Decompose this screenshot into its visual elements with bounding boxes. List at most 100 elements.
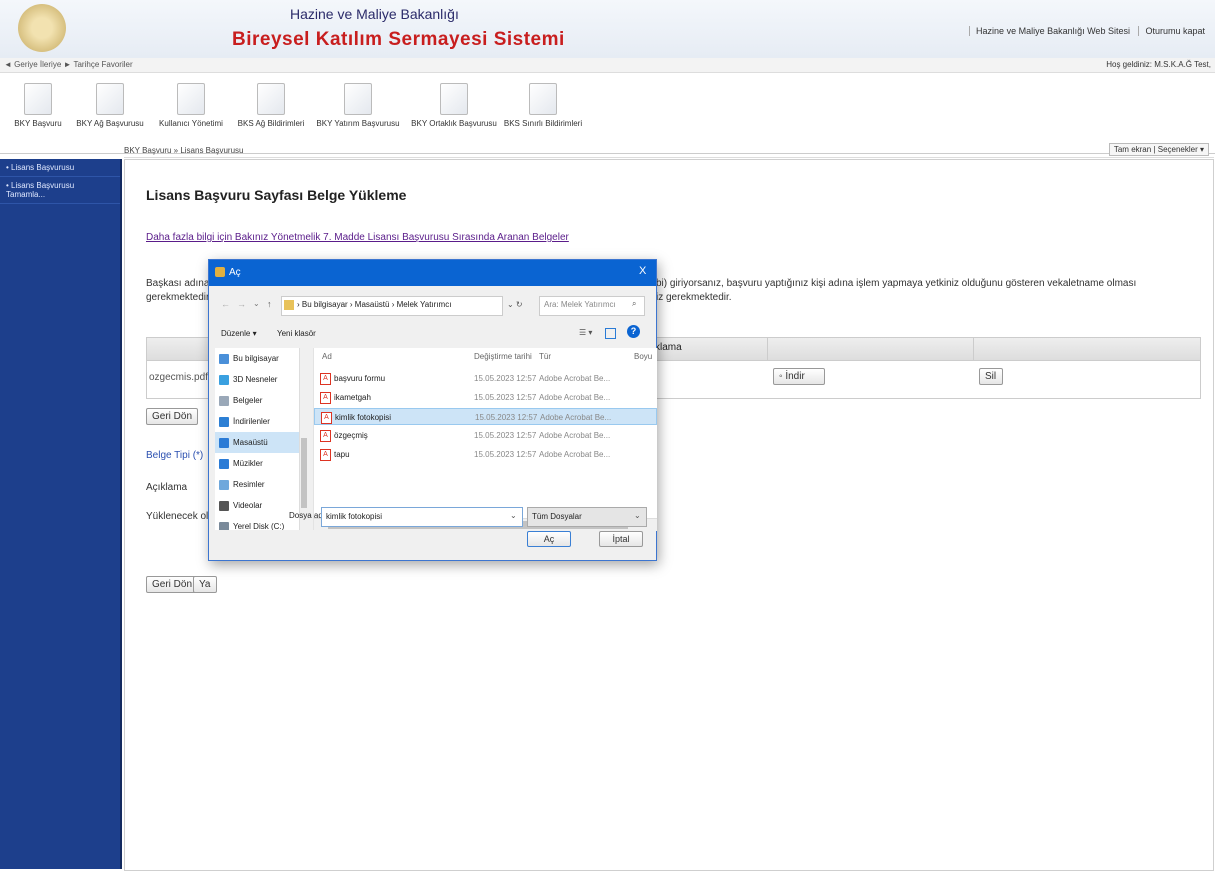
system-title: Bireysel Katılım Sermayesi Sistemi — [232, 29, 565, 50]
document-icon — [177, 83, 205, 115]
address-bar[interactable]: › Bu bilgisayar › Masaüstü › Melek Yatır… — [281, 296, 503, 316]
toolbar-item-kullanici-yonetimi[interactable]: Kullanıcı Yönetimi — [154, 83, 228, 128]
file-row[interactable]: Atapu 15.05.2023 12:57 Adobe Acrobat Be... — [314, 446, 657, 463]
delete-button[interactable]: Sil — [979, 368, 1003, 385]
folder-icon — [284, 300, 294, 310]
help-icon[interactable]: ? — [627, 325, 640, 338]
forward-arrow-icon[interactable]: → — [237, 299, 246, 309]
filetype-select[interactable]: Tüm Dosyalar ⌄ — [527, 507, 647, 527]
scrollbar-thumb[interactable] — [301, 438, 307, 508]
desktop-icon — [219, 437, 229, 448]
back-button[interactable]: Geri Dön — [146, 408, 199, 425]
column-type[interactable]: Tür — [539, 352, 551, 361]
dialog-titlebar[interactable]: Aç X — [209, 260, 656, 286]
partial-button[interactable]: Ya — [193, 576, 217, 593]
back-button-2[interactable]: Geri Dön — [146, 576, 199, 593]
ministry-website-link[interactable]: Hazine ve Maliye Bakanlığı Web Sitesi — [969, 26, 1136, 36]
view-options[interactable]: Tam ekran | Seçenekler ▾ — [1108, 143, 1209, 156]
up-arrow-icon[interactable]: ↑ — [267, 299, 272, 309]
file-type: Adobe Acrobat Be... — [539, 393, 611, 402]
view-menu-icon[interactable]: ☰ ▾ — [579, 328, 592, 337]
tree-item[interactable]: Resimler — [215, 474, 307, 495]
videos-icon — [219, 500, 229, 511]
tree-scrollbar[interactable] — [299, 348, 308, 530]
chevron-down-icon[interactable]: ⌄ — [634, 511, 641, 520]
note-text-left-2: gerekmektedir. — [146, 292, 212, 303]
file-date: 15.05.2023 12:57 — [474, 374, 537, 383]
back-arrow-icon[interactable]: ← — [221, 299, 230, 309]
logout-link[interactable]: Oturumu kapat — [1138, 26, 1211, 36]
toolbar-item-bky-ag-basvurusu[interactable]: BKY Ağ Başvurusu — [72, 83, 148, 128]
toolbar-item-bky-ortaklik-basvurusu[interactable]: BKY Ortaklık Başvurusu — [406, 83, 502, 128]
sidebar: • Lisans Başvurusu • Lisans Başvurusu Ta… — [0, 159, 122, 869]
file-type: Adobe Acrobat Be... — [540, 413, 612, 422]
ministry-logo — [18, 4, 66, 52]
search-input[interactable]: Ara: Melek Yatırımcı ⌕ — [539, 296, 645, 316]
open-button[interactable]: Aç — [527, 531, 571, 547]
tree-item[interactable]: İndirilenler — [215, 411, 307, 432]
file-name-cell: Akimlik fotokopisi — [321, 409, 391, 426]
pdf-icon: A — [320, 372, 331, 385]
column-date[interactable]: Değiştirme tarihi — [474, 352, 532, 361]
sidebar-item-lisans-tamamla[interactable]: • Lisans Başvurusu Tamamla... — [0, 177, 120, 204]
file-list: Ad Değiştirme tarihi Tür Boyu Abaşvuru f… — [313, 348, 657, 531]
app-icon — [215, 267, 225, 277]
note-text-right-2: iz gerekmektedir. — [656, 292, 732, 303]
upload-label: Yüklenecek ola — [146, 511, 214, 522]
document-icon — [344, 83, 372, 115]
3d-objects-icon — [219, 374, 229, 385]
tree-item-label: Bu bilgisayar — [233, 354, 279, 363]
file-row[interactable]: Aikametgah 15.05.2023 12:57 Adobe Acrobat … — [314, 389, 657, 406]
toolbar-item-bks-ag-bildirimleri[interactable]: BKS Ağ Bildirimleri — [234, 83, 308, 128]
application-icon — [24, 83, 52, 115]
document-icon — [529, 83, 557, 115]
file-type: Adobe Acrobat Be... — [539, 450, 611, 459]
column-divider — [767, 338, 768, 360]
tree-item[interactable]: Bu bilgisayar — [215, 348, 307, 369]
file-name-cell: Aikametgah — [320, 389, 371, 406]
column-name[interactable]: Ad — [322, 352, 332, 361]
toolbar-item-bks-sinirli-bildirimleri[interactable]: BKS Sınırlı Bildirimleri — [500, 83, 586, 128]
column-size[interactable]: Boyu — [634, 352, 652, 361]
app-header: Hazine ve Maliye Bakanlığı Bireysel Katı… — [0, 0, 1215, 59]
pdf-icon: A — [320, 448, 331, 461]
tree-item[interactable]: Masaüstü — [215, 432, 307, 453]
tree-item[interactable]: 3D Nesneler — [215, 369, 307, 390]
documents-icon — [219, 395, 229, 406]
sidebar-item-lisans-basvurusu[interactable]: • Lisans Başvurusu — [0, 159, 120, 177]
music-icon — [219, 458, 229, 469]
tree-item-label: İndirilenler — [233, 417, 270, 426]
disk-icon — [219, 521, 229, 530]
doc-type-label: Belge Tipi (*) — [146, 450, 204, 461]
tree-item[interactable]: Belgeler — [215, 390, 307, 411]
toolbar-item-bky-basvuru[interactable]: BKY Başvuru — [8, 83, 68, 128]
file-type: Adobe Acrobat Be... — [539, 374, 611, 383]
tree-item-label: 3D Nesneler — [233, 375, 278, 384]
preview-pane-icon[interactable] — [605, 328, 616, 339]
pdf-icon: A — [321, 411, 332, 424]
toolbar-item-bky-yatirim-basvurusu[interactable]: BKY Yatırım Başvurusu — [314, 83, 402, 128]
description-label: Açıklama — [146, 482, 188, 493]
history-nav[interactable]: ◄ Geriye İleriye ► Tarihçe Favoriler — [4, 60, 133, 69]
download-button[interactable]: ◦ İndir — [773, 368, 825, 385]
computer-icon — [219, 353, 229, 364]
cancel-button[interactable]: İptal — [599, 531, 643, 547]
regulation-link[interactable]: Daha fazla bilgi için Bakınız Yönetmelik… — [146, 232, 569, 243]
tree-item-label: Belgeler — [233, 396, 263, 405]
refresh-icon[interactable]: ⌄ ↻ — [507, 300, 523, 309]
breadcrumb[interactable]: BKY Başvuru » Lisans Başvurusu — [124, 146, 1214, 158]
tree-item[interactable]: Müzikler — [215, 453, 307, 474]
tree-item-label: Masaüstü — [233, 438, 268, 447]
filename-input[interactable]: kimlik fotokopisi ⌄ — [321, 507, 523, 527]
file-row[interactable]: Aözgeçmiş 15.05.2023 12:57 Adobe Acrobat B… — [314, 427, 657, 444]
file-row[interactable]: Abaşvuru formu 15.05.2023 12:57 Adobe Acro… — [314, 370, 657, 387]
file-name-cell: Aözgeçmiş — [320, 427, 368, 444]
chevron-down-icon[interactable]: ⌄ — [510, 511, 517, 520]
organize-button[interactable]: Düzenle ▾ — [221, 329, 257, 338]
dropdown-icon[interactable]: ⌄ — [253, 299, 260, 308]
file-row[interactable]: Akimlik fotokopisi 15.05.2023 12:57 Adobe … — [314, 408, 657, 425]
new-folder-button[interactable]: Yeni klasör — [277, 329, 316, 338]
close-icon[interactable]: X — [639, 265, 646, 277]
file-date: 15.05.2023 12:57 — [474, 450, 537, 459]
document-icon — [257, 83, 285, 115]
